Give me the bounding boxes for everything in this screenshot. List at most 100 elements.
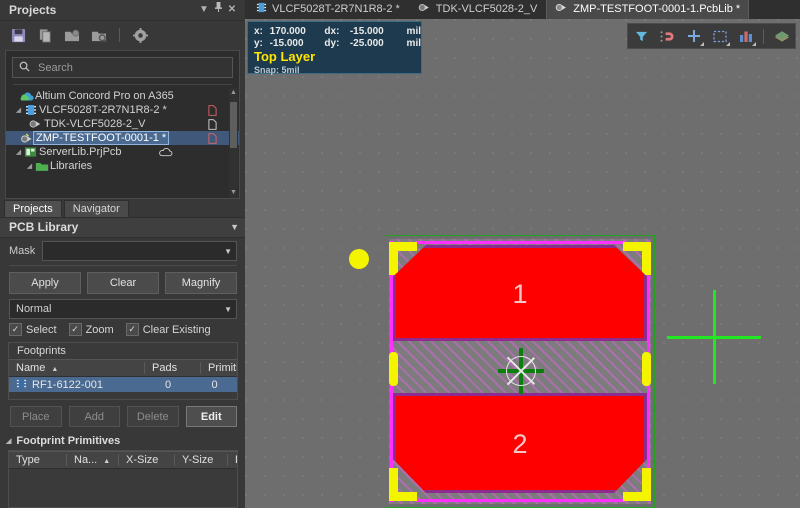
edit-button-label: Edit xyxy=(200,410,222,423)
document-tab-zmp-testfoot-label: ZMP-TESTFOOT-0001-1.PcbLib * xyxy=(573,3,741,15)
selection-box-icon[interactable] xyxy=(711,28,730,46)
tab-projects[interactable]: Projects xyxy=(4,200,62,217)
table-row[interactable]: RF1-6122-001 0 0 xyxy=(9,377,237,392)
doc-white-icon xyxy=(208,118,223,130)
edit-button[interactable]: Edit xyxy=(185,406,237,427)
pad-2[interactable]: 2 xyxy=(393,393,647,493)
tree-expander[interactable]: ◢ xyxy=(25,162,34,170)
mode-dropdown[interactable]: Normal ▼ xyxy=(9,299,237,319)
delete-button[interactable]: Delete xyxy=(127,406,179,427)
corner-mark-bl-v xyxy=(389,468,398,501)
corner-mark-tr-v xyxy=(642,242,651,275)
tree-item-serverlib-project[interactable]: ◢ ServerLib.PrjPcb xyxy=(6,145,239,159)
column-header-name[interactable]: Name ▲ xyxy=(9,362,144,374)
clear-button-label: Clear xyxy=(109,277,137,289)
search-input[interactable] xyxy=(36,60,226,75)
cloud-icon xyxy=(19,91,34,102)
dropdown-arrow-icon[interactable] xyxy=(726,41,730,46)
tree-item-libraries-folder[interactable]: ◢ Libraries xyxy=(6,159,239,173)
hud-x-line: x: 170.000 dx: -15.000 mil xyxy=(254,25,421,37)
chevron-down-icon: ▼ xyxy=(224,304,232,314)
layers-chart-icon[interactable] xyxy=(737,28,756,46)
add-button[interactable]: Add xyxy=(68,406,120,427)
board-3d-icon[interactable] xyxy=(773,28,790,45)
tree-item-workspace[interactable]: Altium Concord Pro on A365 xyxy=(6,89,239,103)
column-header-layer-label: Layer xyxy=(235,454,237,466)
hud-x-value: 170.000 xyxy=(269,25,306,37)
document-tab-vlcf[interactable]: VLCF5028T-2R7N1R8-2 * xyxy=(247,0,409,19)
tree-item-zmp-testfoot[interactable]: ZMP-TESTFOOT-0001-1 * xyxy=(6,131,239,145)
footprint-primitives-section-header[interactable]: ◢ Footprint Primitives xyxy=(0,432,245,450)
pad-1[interactable]: 1 xyxy=(393,245,647,341)
scroll-down-icon[interactable]: ▼ xyxy=(229,188,238,198)
checkbox-clear-existing-box[interactable]: ✓ xyxy=(125,323,139,336)
checkbox-zoom-box[interactable]: ✓ xyxy=(68,323,82,336)
column-header-y-size[interactable]: Y-Size xyxy=(174,454,227,466)
chevron-down-icon[interactable]: ▼ xyxy=(230,218,239,237)
checkbox-select-box[interactable]: ✓ xyxy=(9,323,22,336)
mask-dropdown[interactable]: ▼ xyxy=(42,241,237,261)
gear-icon[interactable] xyxy=(131,26,149,44)
save-icon[interactable] xyxy=(9,26,27,44)
column-header-type[interactable]: Type xyxy=(9,454,66,466)
checkbox-zoom[interactable]: ✓ Zoom xyxy=(68,323,114,336)
collapse-triangle-icon[interactable]: ◢ xyxy=(6,437,11,445)
magnify-button[interactable]: Magnify xyxy=(165,272,237,294)
scroll-up-icon[interactable]: ▲ xyxy=(229,88,238,98)
footprint-icon xyxy=(555,2,568,16)
apply-button[interactable]: Apply xyxy=(9,272,81,294)
filter-icon[interactable] xyxy=(633,28,650,45)
footprint-graphic[interactable]: 1 2 xyxy=(349,235,655,508)
scrollbar-thumb[interactable] xyxy=(230,102,237,148)
crosshair-icon[interactable] xyxy=(685,28,704,46)
documents-icon[interactable] xyxy=(36,26,54,44)
projects-panel-title: Projects xyxy=(9,3,57,17)
document-tab-tdk[interactable]: TDK-VLCF5028-2_V xyxy=(409,0,547,19)
tree-item-vlcf-lib[interactable]: ◢ VLCF5028T-2R7N1R8-2 * xyxy=(6,103,239,117)
footprints-group: Footprints Name ▲ Pads Primitives xyxy=(8,342,238,400)
mode-value: Normal xyxy=(16,303,52,315)
pcb-library-header: PCB Library ▼ xyxy=(0,217,245,238)
clear-button[interactable]: Clear xyxy=(87,272,159,294)
column-header-prim-name[interactable]: Na... ▲ xyxy=(66,454,118,466)
tree-expander[interactable]: ◢ xyxy=(14,148,23,156)
checkbox-clear-existing[interactable]: ✓ Clear Existing xyxy=(125,323,211,336)
tab-navigator[interactable]: Navigator xyxy=(63,200,129,217)
place-button[interactable]: Place xyxy=(10,406,62,427)
close-icon[interactable]: ✕ xyxy=(225,0,239,20)
footprint-icon xyxy=(28,118,43,130)
hud-dx-key: dx: xyxy=(324,25,340,37)
altium-pcb-library-window: Projects ▼ ✕ Search Altium Concord Pro o… xyxy=(0,0,800,508)
dropdown-arrow-icon[interactable] xyxy=(700,41,704,46)
magnet-snap-icon[interactable] xyxy=(659,28,676,45)
column-header-y-size-label: Y-Size xyxy=(182,454,214,466)
search-box[interactable] xyxy=(12,57,233,78)
browse-project-icon[interactable] xyxy=(90,26,108,44)
tree-item-tdk-footprint[interactable]: TDK-VLCF5028-2_V xyxy=(6,117,239,131)
primitives-table-body[interactable] xyxy=(9,469,237,507)
column-header-pads[interactable]: Pads xyxy=(144,362,200,374)
dropdown-arrow-icon[interactable] xyxy=(752,41,756,46)
hud-dy-unit: mil xyxy=(406,37,421,49)
document-tab-bar: VLCF5028T-2R7N1R8-2 * TDK-VLCF5028-2_V Z… xyxy=(245,0,800,19)
checkbox-select[interactable]: ✓ Select xyxy=(9,323,57,336)
tree-expander[interactable]: ◢ xyxy=(14,106,23,114)
column-header-layer[interactable]: Layer xyxy=(227,454,237,466)
mask-label: Mask xyxy=(9,245,36,257)
apply-button-label: Apply xyxy=(31,277,59,289)
footprint-primitives-title: Footprint Primitives xyxy=(16,435,121,447)
project-tree[interactable]: Altium Concord Pro on A365 ◢ VLCF5028T-2… xyxy=(6,88,239,198)
footprint-row-icon xyxy=(16,378,27,392)
column-header-x-size[interactable]: X-Size xyxy=(118,454,174,466)
corner-mark-br-v xyxy=(642,468,651,501)
tree-scrollbar[interactable]: ▲ ▼ xyxy=(229,88,238,198)
column-header-primitives[interactable]: Primitives xyxy=(200,362,237,374)
pcb-canvas[interactable]: x: 170.000 dx: -15.000 mil y: -15.000 dy… xyxy=(245,19,800,508)
footprint-edit-icon xyxy=(19,132,34,144)
footprints-table-header: Name ▲ Pads Primitives xyxy=(9,359,237,377)
panel-dropdown-icon[interactable]: ▼ xyxy=(197,0,211,20)
document-tab-zmp-testfoot[interactable]: ZMP-TESTFOOT-0001-1.PcbLib * xyxy=(546,0,750,19)
open-project-icon[interactable] xyxy=(63,26,81,44)
pcblib-icon xyxy=(23,104,38,116)
pin-icon[interactable] xyxy=(211,0,225,20)
